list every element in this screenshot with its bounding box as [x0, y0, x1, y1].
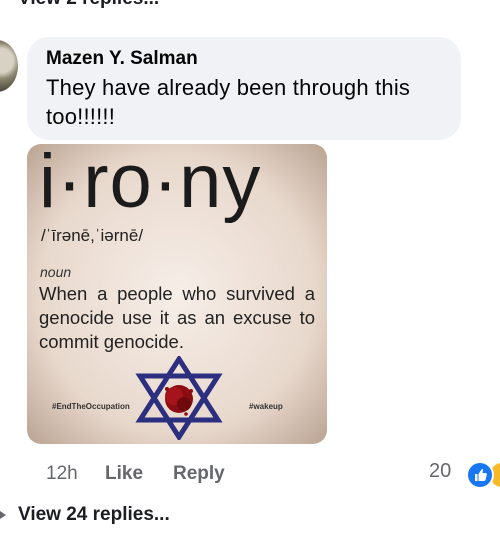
comment-timestamp[interactable]: 12h	[46, 463, 78, 485]
reaction-count[interactable]: 20	[429, 460, 451, 483]
avatar[interactable]	[0, 40, 18, 92]
comment-image[interactable]: i·ro·ny /ˈīrənē,ˈiərnē/ noun When a peop…	[27, 144, 327, 444]
image-hashtag-right: #wakeup	[249, 402, 283, 411]
image-headword: i·ro·ny	[39, 144, 262, 224]
reply-thread-arrow-icon	[0, 511, 6, 519]
comment-bubble: Mazen Y. Salman They have already been t…	[27, 37, 461, 140]
image-part-of-speech: noun	[40, 264, 72, 280]
like-icon	[466, 461, 494, 489]
star-of-david-icon	[135, 356, 223, 440]
like-button[interactable]: Like	[105, 463, 143, 485]
comment-text: They have already been through this too!…	[46, 75, 411, 129]
view-more-replies-link[interactable]: View 24 replies...	[18, 504, 170, 526]
reply-button[interactable]: Reply	[173, 463, 225, 485]
comment-author[interactable]: Mazen Y. Salman	[46, 48, 198, 70]
view-previous-replies-link[interactable]: View 2 replies...	[18, 0, 159, 10]
image-pronunciation: /ˈīrənē,ˈiərnē/	[41, 226, 144, 245]
image-definition: When a people who survived a genocide us…	[39, 283, 315, 352]
image-hashtag-left: #EndTheOccupation	[52, 402, 130, 411]
